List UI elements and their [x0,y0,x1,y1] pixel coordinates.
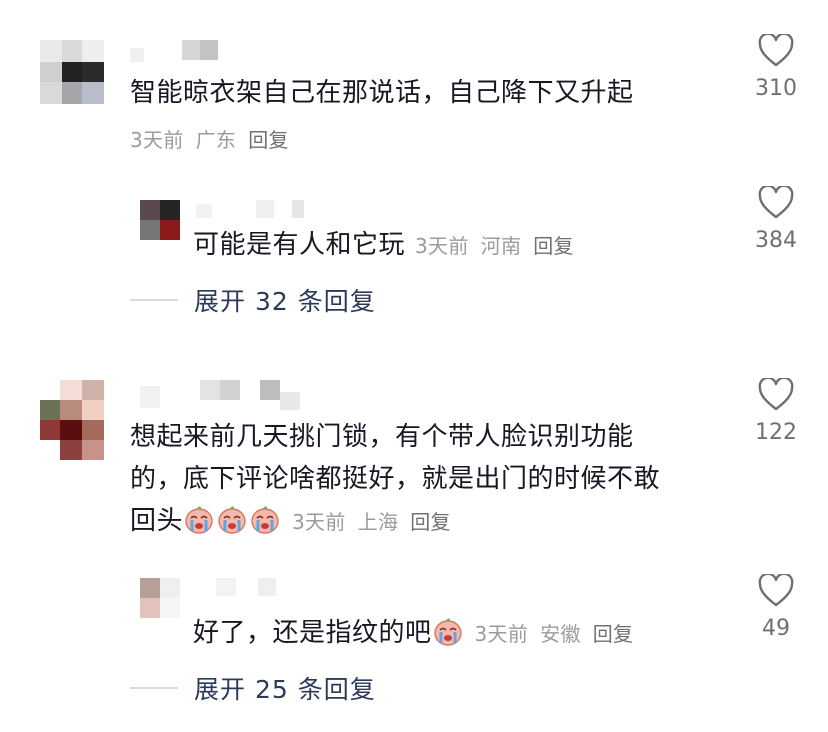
comment-time: 3天前 [130,128,184,152]
reply-time: 3天前 [474,622,529,646]
heart-icon [758,34,794,67]
comment-text: 想起来前几天挑门锁，有个带人脸识别功能 的，底下评论啥都挺好，就是出门的时候不敢… [130,422,661,536]
username-pixelated[interactable] [130,380,310,410]
avatar[interactable] [140,578,180,618]
expand-replies-button[interactable]: 展开 25 条回复 [130,668,376,708]
like-button[interactable]: 122 [736,378,816,445]
expand-replies-button[interactable]: 展开 32 条回复 [130,280,376,320]
comment-time: 3天前 [292,510,346,534]
expand-replies-label: 展开 32 条回复 [194,287,376,316]
reply-time: 3天前 [415,234,469,258]
divider [130,299,178,301]
like-button[interactable]: 384 [736,186,816,253]
comment-meta: 3天前 广东 回复 [120,124,301,153]
reply-button[interactable]: 回复 [593,622,634,646]
reply-location: 安徽 [540,622,581,646]
reply-location: 河南 [480,234,522,258]
like-count: 49 [762,616,790,641]
comment-location: 广东 [195,128,237,152]
like-count: 384 [755,228,797,253]
crying-emoji-icon [183,503,215,535]
expand-replies-label: 展开 25 条回复 [194,675,376,704]
crying-emoji-icon [249,503,281,535]
like-button[interactable]: 310 [736,34,816,101]
divider [130,687,178,689]
crying-emoji-icon [216,503,248,535]
avatar[interactable] [140,200,180,240]
crying-emoji-icon [432,615,464,647]
avatar[interactable] [40,380,104,460]
like-button[interactable]: 49 [736,574,816,641]
username-pixelated[interactable] [196,200,306,218]
username-pixelated[interactable] [130,40,220,62]
heart-icon [758,574,794,607]
username-pixelated[interactable] [196,578,296,596]
reply-text: 好了，还是指纹的吧 3天前 安徽 回复 [193,612,753,655]
comment-text: 智能晾衣架自己在那说话，自己降下又升起 [130,78,634,108]
heart-icon [758,186,794,219]
like-count: 310 [755,76,797,101]
heart-icon [758,378,794,411]
reply-button[interactable]: 回复 [533,234,574,258]
reply-button[interactable]: 回复 [248,128,289,152]
reply-text: 可能是有人和它玩 3天前 河南 回复 [193,230,574,260]
comment-location: 上海 [357,510,399,534]
reply-button[interactable]: 回复 [410,510,451,534]
like-count: 122 [755,420,797,445]
avatar[interactable] [40,40,104,104]
